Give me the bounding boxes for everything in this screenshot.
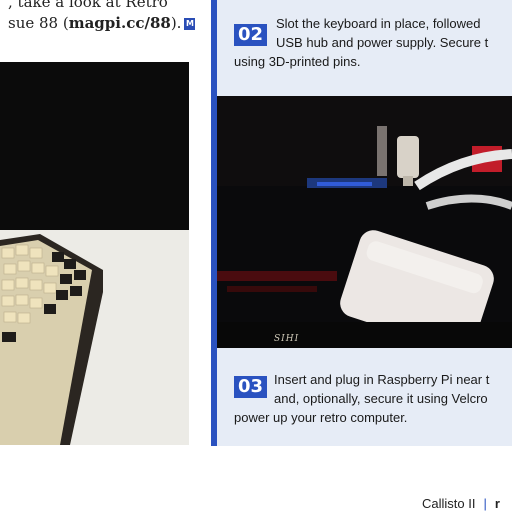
case-label: SIHI <box>274 334 300 344</box>
intro-text: , take a look at Retro sue 88 (magpi.cc/… <box>8 0 208 34</box>
intro-line-2: sue 88 (magpi.cc/88). M <box>8 13 208 34</box>
intro-line-1: , take a look at Retro <box>8 0 168 11</box>
footer-page: r <box>494 496 500 511</box>
step-text-line: and, optionally, secure it using Velcro <box>274 391 488 406</box>
footer-separator: | <box>483 496 487 511</box>
step-text-line: USB hub and power supply. Secure t <box>276 35 489 50</box>
step-text-line: power up your retro computer. <box>234 410 408 425</box>
magpi-link[interactable]: magpi.cc/88 <box>69 14 171 32</box>
step-number-badge: 03 <box>234 376 267 398</box>
intro-line-2-suffix: ). <box>170 14 182 32</box>
raspberry-pi-photo-graphic <box>217 96 512 348</box>
keyboard-photo-graphic <box>0 62 189 445</box>
step-text-line: Insert and plug in Raspberry Pi near t <box>274 372 490 387</box>
keyboard-photo <box>0 62 189 445</box>
footer-title: Callisto II <box>422 496 476 511</box>
page-footer: Callisto II | r <box>422 496 500 511</box>
step-text-line: using 3D-printed pins. <box>234 54 361 69</box>
step-number-badge: 02 <box>234 24 267 46</box>
left-column: , take a look at Retro sue 88 (magpi.cc/… <box>0 0 200 512</box>
raspberry-pi-photo: SIHI <box>217 96 512 348</box>
step-text-line: Slot the keyboard in place, followed <box>276 16 481 31</box>
intro-line-2-prefix: sue 88 ( <box>8 14 69 32</box>
magpi-logo-icon: M <box>184 18 196 30</box>
